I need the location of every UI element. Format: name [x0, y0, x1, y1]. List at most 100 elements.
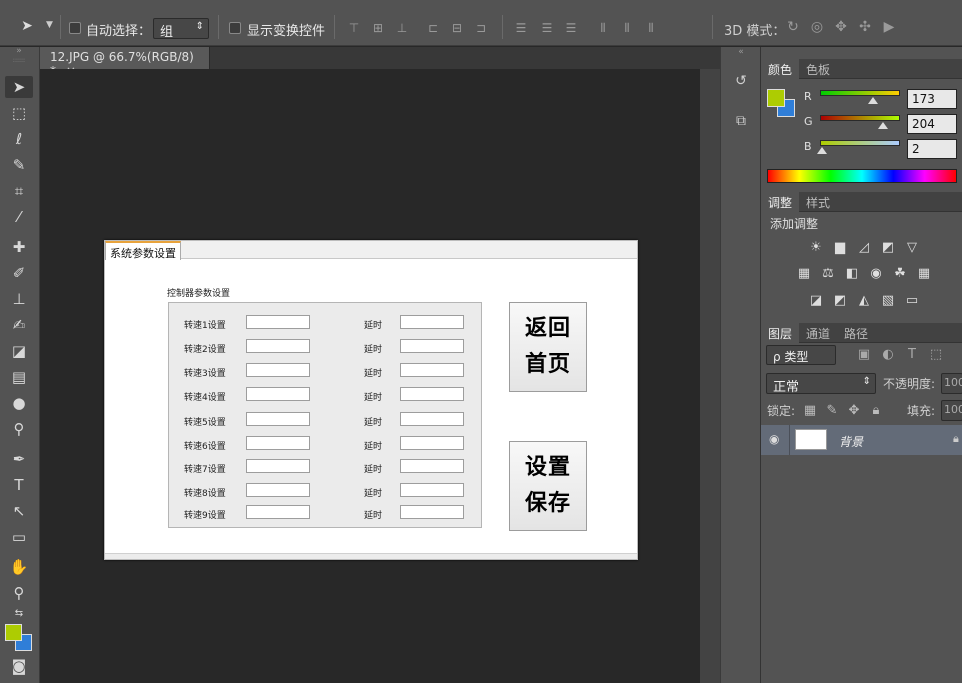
fill-input[interactable]: 100	[941, 400, 962, 421]
r-slider[interactable]	[820, 90, 900, 96]
dodge-tool-icon[interactable]: ⚲	[5, 418, 33, 440]
delay-input[interactable]	[400, 363, 464, 377]
crop-tool-icon[interactable]: ⌗	[5, 180, 33, 202]
delay-input[interactable]	[400, 412, 464, 426]
align-right-icon[interactable]: ⊐	[474, 21, 488, 35]
history-brush-tool-icon[interactable]: ✍	[5, 314, 33, 336]
3d-slide-icon[interactable]: ✣	[858, 20, 872, 34]
foreground-color-swatch[interactable]	[767, 89, 785, 107]
filter-pixel-icon[interactable]: ▣	[855, 347, 873, 363]
exposure-icon[interactable]: ◩	[879, 240, 897, 256]
layer-name[interactable]: 背景	[839, 433, 863, 450]
align-top-icon[interactable]: ⊤	[347, 21, 361, 35]
move-tool-icon[interactable]: ➤	[5, 76, 33, 98]
tab-styles[interactable]: 样式	[799, 192, 837, 212]
layer-row[interactable]: ◉ 背景 🔒︎	[761, 425, 962, 455]
b-value-input[interactable]: 2	[907, 139, 957, 159]
posterize-icon[interactable]: ◩	[831, 293, 849, 309]
hand-tool-icon[interactable]: ✋	[5, 556, 33, 578]
distribute-hcenter-icon[interactable]: ⫴	[620, 21, 634, 35]
shape-tool-icon[interactable]: ▭	[5, 526, 33, 548]
g-slider-thumb[interactable]	[878, 122, 888, 129]
pen-tool-icon[interactable]: ✒	[5, 448, 33, 470]
align-bottom-icon[interactable]: ⊥	[395, 21, 409, 35]
threshold-icon[interactable]: ◭	[855, 293, 873, 309]
tab-adjustments[interactable]: 调整	[761, 192, 800, 212]
lock-pixels-icon[interactable]: ✎	[823, 403, 841, 419]
filter-adjust-icon[interactable]: ◐	[879, 347, 897, 363]
speed-input[interactable]	[246, 412, 310, 426]
photo-filter-icon[interactable]: ◉	[867, 266, 885, 282]
color-spectrum-bar[interactable]	[767, 169, 957, 183]
layer-filter-dropdown[interactable]: ρ 类型	[766, 345, 836, 365]
lock-position-icon[interactable]: ✥	[845, 403, 863, 419]
tab-channels[interactable]: 通道	[799, 323, 837, 343]
speed-input[interactable]	[246, 363, 310, 377]
stamp-tool-icon[interactable]: ⊥	[5, 288, 33, 310]
opacity-input[interactable]: 100	[941, 373, 962, 394]
collapse-icon[interactable]: »	[5, 47, 33, 56]
3d-rotate-icon[interactable]: ↻	[786, 20, 800, 34]
eyedropper-tool-icon[interactable]: ⁄	[5, 206, 33, 228]
delay-input[interactable]	[400, 339, 464, 353]
r-value-input[interactable]: 173	[907, 89, 957, 109]
brush-tool-icon[interactable]: ✐	[5, 262, 33, 284]
3d-roll-icon[interactable]: ◎	[810, 20, 824, 34]
delay-input[interactable]	[400, 436, 464, 450]
lock-transparency-icon[interactable]: ▦	[801, 403, 819, 419]
speed-input[interactable]	[246, 339, 310, 353]
delay-input[interactable]	[400, 387, 464, 401]
color-lookup-icon[interactable]: ▦	[915, 266, 933, 282]
type-tool-icon[interactable]: T	[5, 474, 33, 496]
lasso-tool-icon[interactable]: ℓ	[5, 128, 33, 150]
delay-input[interactable]	[400, 505, 464, 519]
color-balance-icon[interactable]: ⚖	[819, 266, 837, 282]
black-white-icon[interactable]: ◧	[843, 266, 861, 282]
foreground-color-swatch[interactable]	[5, 624, 22, 641]
speed-input[interactable]	[246, 459, 310, 473]
align-vcenter-icon[interactable]: ⊞	[371, 21, 385, 35]
tab-swatches[interactable]: 色板	[799, 59, 837, 79]
speed-input[interactable]	[246, 315, 310, 329]
path-select-tool-icon[interactable]: ↖	[5, 500, 33, 522]
tab-paths[interactable]: 路径	[837, 323, 875, 343]
selective-color-icon[interactable]: ▧	[879, 293, 897, 309]
gradient-tool-icon[interactable]: ▤	[5, 366, 33, 388]
filter-type-icon[interactable]: T	[903, 347, 921, 363]
save-settings-button[interactable]: 设置 保存	[509, 441, 587, 531]
r-slider-thumb[interactable]	[868, 97, 878, 104]
tab-layers[interactable]: 图层	[761, 323, 800, 343]
lock-all-icon[interactable]: 🔒︎	[867, 403, 885, 419]
gradient-map-icon[interactable]: ▭	[903, 293, 921, 309]
filter-shape-icon[interactable]: ⬚	[927, 347, 945, 363]
auto-select-dropdown[interactable]: 组 ⇕	[153, 18, 209, 40]
speed-input[interactable]	[246, 387, 310, 401]
back-home-button[interactable]: 返回 首页	[509, 302, 587, 392]
b-slider[interactable]	[820, 140, 900, 146]
channel-mixer-icon[interactable]: ☘	[891, 266, 909, 282]
levels-icon[interactable]: ▆	[831, 240, 849, 256]
3d-panel-icon[interactable]: ⧉	[729, 109, 753, 133]
g-value-input[interactable]: 204	[907, 114, 957, 134]
blend-mode-dropdown[interactable]: 正常 ⇕	[766, 373, 876, 395]
blur-tool-icon[interactable]: ●	[5, 392, 33, 414]
visibility-eye-icon[interactable]: ◉	[769, 432, 779, 446]
3d-drag-icon[interactable]: ✥	[834, 20, 848, 34]
eraser-tool-icon[interactable]: ◪	[5, 340, 33, 362]
delay-input[interactable]	[400, 483, 464, 497]
show-transform-checkbox[interactable]	[229, 22, 241, 34]
document-tab[interactable]: 12.JPG @ 66.7%(RGB/8) * ×	[40, 47, 210, 78]
distribute-bottom-icon[interactable]: ☰	[564, 21, 578, 35]
vibrance-icon[interactable]: ▽	[903, 240, 921, 256]
vertical-scrollbar[interactable]	[700, 69, 720, 683]
distribute-left-icon[interactable]: ⫴	[596, 21, 610, 35]
marquee-tool-icon[interactable]: ⬚	[5, 102, 33, 124]
curves-icon[interactable]: ◿	[855, 240, 873, 256]
distribute-top-icon[interactable]: ☰	[514, 21, 528, 35]
align-left-icon[interactable]: ⊏	[426, 21, 440, 35]
invert-icon[interactable]: ◪	[807, 293, 825, 309]
g-slider[interactable]	[820, 115, 900, 121]
speed-input[interactable]	[246, 505, 310, 519]
tool-preset-chevron-icon[interactable]: ▼	[46, 20, 53, 30]
delay-input[interactable]	[400, 315, 464, 329]
